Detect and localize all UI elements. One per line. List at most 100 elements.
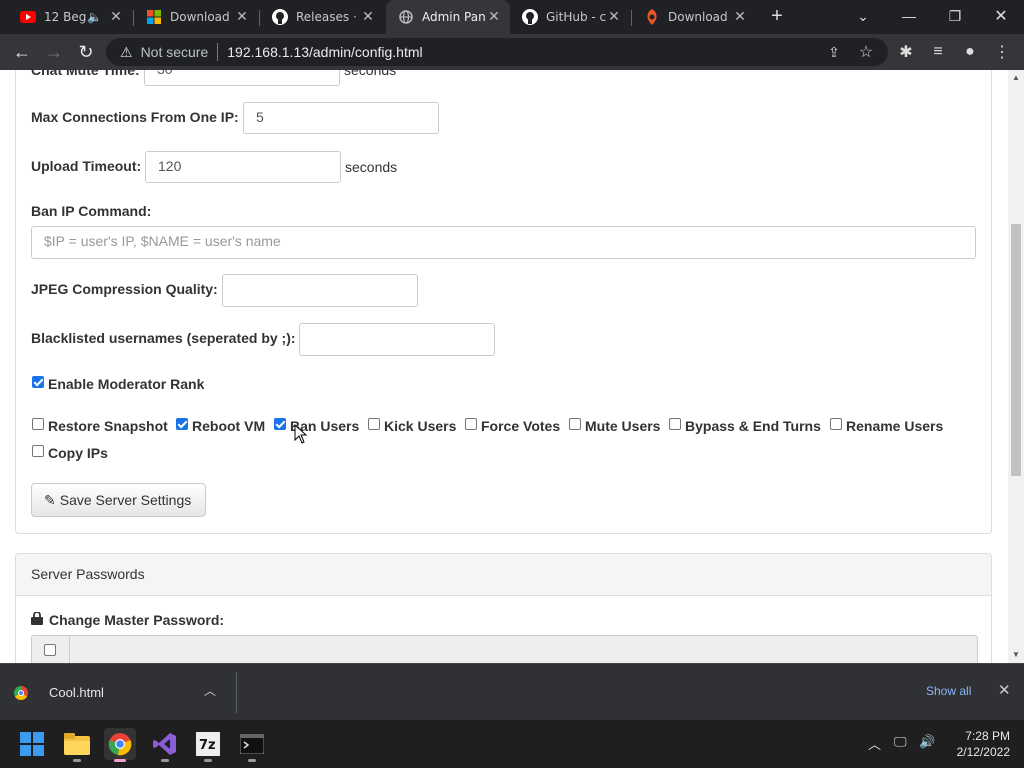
tab-youtube[interactable]: 12 Beg 🔈 ✕ [8,0,132,34]
profile-icon[interactable]: ● [954,34,986,70]
rename-users-checkbox[interactable] [830,418,842,430]
enable-moderator-label[interactable]: Enable Moderator Rank [48,376,204,392]
page-scrollbar[interactable]: ▲ ▼ [1008,70,1024,663]
warning-icon[interactable]: ⚠ [120,44,133,61]
windows-start-icon[interactable] [16,728,48,760]
7zip-icon[interactable]: 7z [192,728,224,762]
forward-arrow-icon[interactable]: → [38,34,70,70]
minimize-button[interactable]: — [886,0,932,32]
tab-github[interactable]: GitHub - c ✕ [510,0,630,34]
tab-title: GitHub - c [546,10,606,24]
master-password-checkbox[interactable] [44,644,56,656]
show-all-link[interactable]: Show all [926,684,971,698]
ban-users-checkbox[interactable] [274,418,286,430]
downloads-divider [236,672,237,713]
tab-title: Download [668,10,728,24]
volume-icon[interactable]: 🔊 [919,734,935,750]
mouse-cursor-icon [294,424,308,444]
tab-search-chevron-icon[interactable]: ⌄ [840,0,886,32]
save-server-settings-button[interactable]: ✎ Save Server Settings [31,483,206,517]
reboot-vm-label[interactable]: Reboot VM [192,418,265,434]
server-passwords-header: Server Passwords [16,554,991,596]
close-tab-icon[interactable]: ✕ [606,9,622,25]
address-bar[interactable]: ⚠ Not secure 192.168.1.13/admin/config.h… [106,38,888,66]
running-indicator [204,759,212,762]
close-tab-icon[interactable]: ✕ [234,9,250,25]
download-filename[interactable]: Cool.html [49,685,104,700]
max-connections-label: Max Connections From One IP: [31,109,239,125]
tab-microsoft-download[interactable]: Download ✕ [134,0,258,34]
jpeg-quality-input[interactable] [222,274,418,307]
network-icon[interactable]: 🖵 [894,734,907,750]
ban-ip-label: Ban IP Command: [31,203,152,219]
not-secure-label[interactable]: Not secure [141,44,209,60]
running-indicator [73,759,81,762]
chevron-up-icon[interactable]: ︿ [868,734,881,753]
close-icon[interactable]: ✕ [998,681,1011,699]
ban-ip-input[interactable]: $IP = user's IP, $NAME = user's name [31,226,976,259]
taskbar-clock[interactable]: 7:28 PM 2/12/2022 [946,728,1010,760]
tab-title: Download [170,10,230,24]
share-icon[interactable]: ⇪ [818,34,850,70]
upload-timeout-input[interactable]: 120 [145,151,341,183]
terminal-icon[interactable] [236,728,268,762]
back-arrow-icon[interactable]: ← [6,34,38,70]
copy-ips-checkbox[interactable] [32,445,44,457]
kick-users-label[interactable]: Kick Users [384,418,456,434]
chrome-file-icon [14,685,28,700]
browser-toolbar: ← → ↻ ⚠ Not secure 192.168.1.13/admin/co… [0,34,1024,70]
running-indicator [248,759,256,762]
bookmark-star-icon[interactable]: ☆ [850,34,882,70]
chrome-icon[interactable] [104,728,136,762]
menu-kebab-icon[interactable]: ⋮ [986,34,1018,70]
url-text[interactable]: 192.168.1.13/admin/config.html [227,44,422,60]
restore-snapshot-checkbox[interactable] [32,418,44,430]
force-votes-checkbox[interactable] [465,418,477,430]
max-connections-input[interactable]: 5 [243,102,439,134]
close-window-button[interactable]: ✕ [978,0,1024,32]
scroll-up-arrow-icon[interactable]: ▲ [1008,70,1024,86]
tab-download-site[interactable]: Download ✕ [632,0,756,34]
chevron-up-icon[interactable]: ︿ [204,682,216,699]
blacklisted-usernames-label: Blacklisted usernames (seperated by ;): [31,330,296,346]
file-explorer-icon[interactable] [61,728,93,762]
mute-users-label[interactable]: Mute Users [585,418,660,434]
media-queue-icon[interactable]: ≡ [922,34,954,70]
new-tab-button[interactable]: + [754,0,800,32]
restore-snapshot-label[interactable]: Restore Snapshot [48,418,168,434]
active-indicator [114,759,126,762]
reload-icon[interactable]: ↻ [70,34,102,70]
close-tab-icon[interactable]: ✕ [486,9,502,25]
close-tab-icon[interactable]: ✕ [108,9,124,25]
tab-github-releases[interactable]: Releases · c ✕ [260,0,384,34]
kick-users-checkbox[interactable] [368,418,380,430]
extensions-puzzle-icon[interactable]: ✱ [890,34,922,70]
mute-users-checkbox[interactable] [569,418,581,430]
tab-title: Releases · c [296,10,360,24]
chat-mute-label: Chat Mute Time: [31,70,140,78]
close-tab-icon[interactable]: ✕ [360,9,376,25]
reboot-vm-checkbox[interactable] [176,418,188,430]
download-item[interactable]: Cool.html [14,664,104,721]
speaker-icon[interactable]: 🔈 [87,10,102,24]
page-viewport: Chat Mute Time: 30 seconds Max Connectio… [0,70,1008,663]
close-tab-icon[interactable]: ✕ [732,9,748,25]
clock-time: 7:28 PM [965,729,1010,743]
visual-studio-icon[interactable] [149,728,181,762]
force-votes-label[interactable]: Force Votes [481,418,560,434]
master-password-label: Change Master Password: [49,612,225,628]
rename-users-label[interactable]: Rename Users [846,418,943,434]
enable-moderator-checkbox[interactable] [32,376,44,388]
bypass-end-turns-checkbox[interactable] [669,418,681,430]
tab-admin-panel[interactable]: Admin Pan ✕ [386,0,510,34]
scroll-down-arrow-icon[interactable]: ▼ [1008,647,1024,663]
upload-timeout-unit: seconds [345,159,398,175]
chat-mute-input[interactable]: 30 [144,70,340,86]
copy-ips-label[interactable]: Copy IPs [48,445,108,461]
scrollbar-thumb[interactable] [1011,224,1021,476]
blacklisted-usernames-input[interactable] [299,323,495,356]
bypass-end-turns-label[interactable]: Bypass & End Turns [685,418,821,434]
master-password-input[interactable] [70,636,976,663]
server-passwords-panel: Server Passwords Change Master Password: [15,553,992,663]
restore-button[interactable]: ❐ [932,0,978,32]
